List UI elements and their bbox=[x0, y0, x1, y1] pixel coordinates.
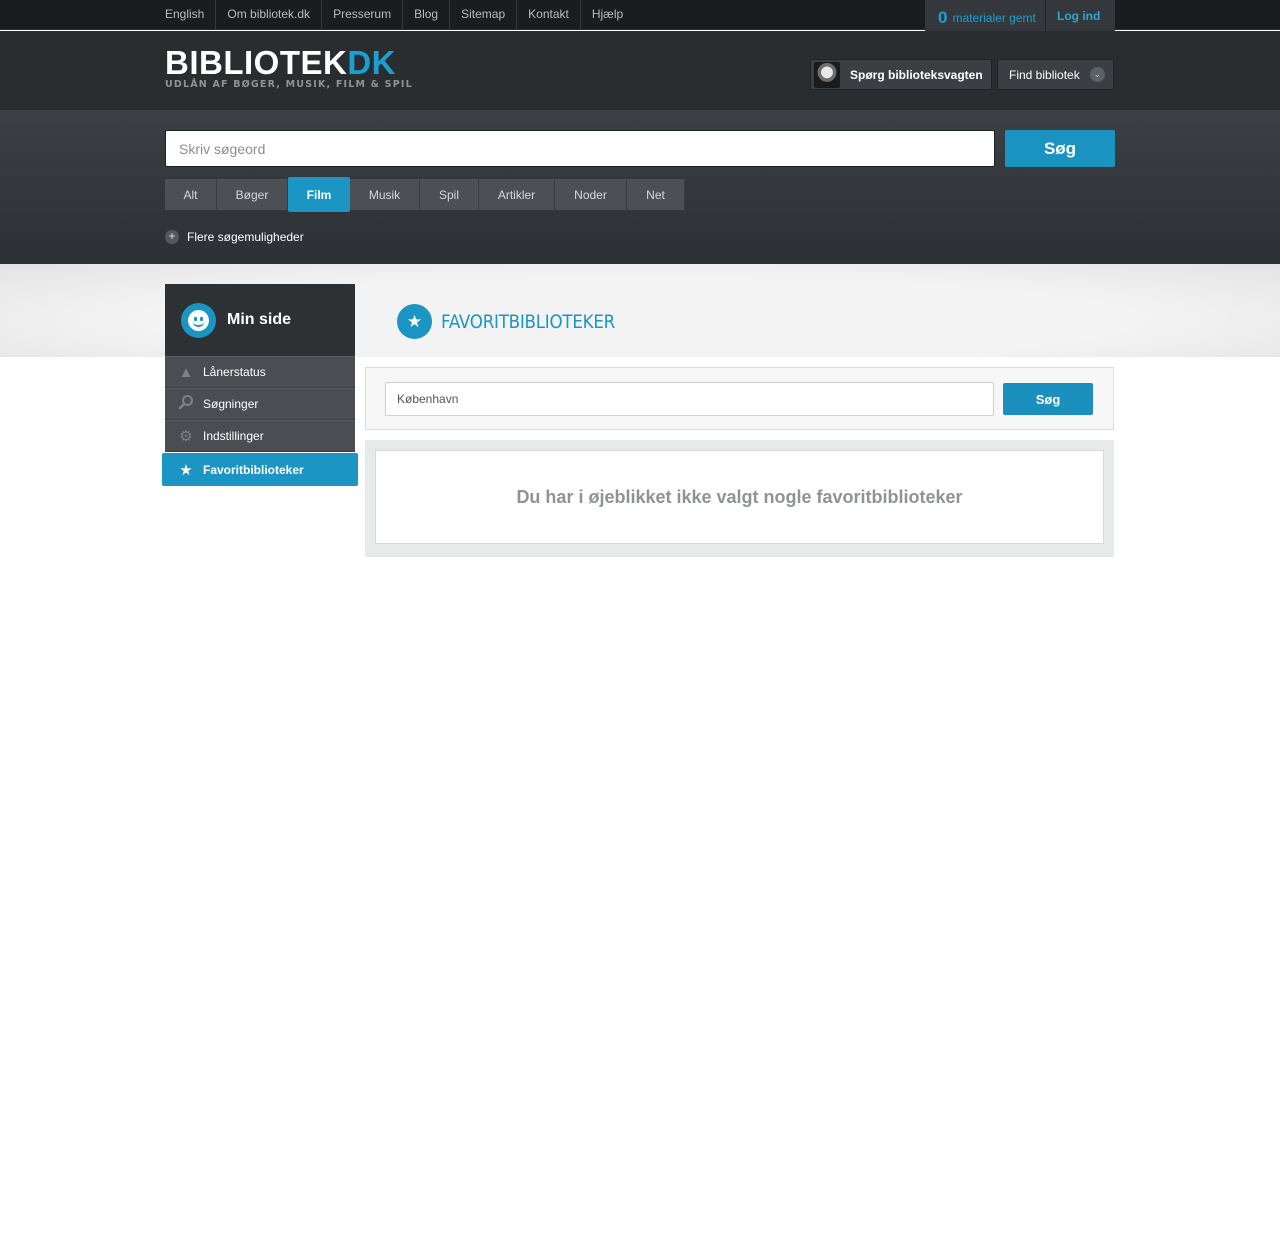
chevron-down-icon: ⌄ bbox=[1089, 67, 1105, 82]
star-icon: ★ bbox=[179, 461, 193, 479]
saved-label: materialer gemt bbox=[952, 10, 1036, 25]
gear-icon: ⚙ bbox=[179, 428, 193, 445]
sidebar-item-label: Lånerstatus bbox=[203, 365, 266, 379]
library-search-button[interactable]: Søg bbox=[1003, 383, 1093, 415]
sidebar-item-label: Søgninger bbox=[203, 397, 259, 411]
triangle-icon: ▲ bbox=[178, 363, 194, 381]
smiley-eye bbox=[200, 316, 203, 321]
plus-icon: + bbox=[165, 230, 179, 244]
favorites-result-area: Du har i øjeblikket ikke valgt nogle fav… bbox=[365, 440, 1114, 557]
sidebar-item-label: Indstillinger bbox=[203, 429, 264, 443]
top-link-contact[interactable]: Kontakt bbox=[517, 0, 581, 30]
saved-count: 0 bbox=[938, 7, 948, 27]
library-search-input[interactable] bbox=[385, 382, 994, 416]
logo-accent: DK bbox=[347, 44, 396, 81]
top-link-about[interactable]: Om bibliotek.dk bbox=[216, 0, 323, 30]
login-link[interactable]: Log ind bbox=[1046, 0, 1100, 35]
logo-tagline: UDLÅN AF BØGER, MUSIK, FILM & SPIL bbox=[165, 79, 413, 90]
more-search-options[interactable]: + Flere søgemuligheder bbox=[165, 230, 304, 244]
tab-boger[interactable]: Bøger bbox=[217, 179, 288, 210]
logo-main: BIBLIOTEK bbox=[165, 44, 348, 81]
empty-state-message: Du har i øjeblikket ikke valgt nogle fav… bbox=[516, 486, 963, 507]
my-page-header: Min side bbox=[165, 284, 355, 356]
sidebar-item-favorite-libraries[interactable]: ★ Favoritbiblioteker bbox=[162, 453, 358, 486]
search-band: Søg Alt Bøger Film Musik Spil Artikler N… bbox=[0, 110, 1280, 264]
saved-materials-link[interactable]: 0 materialer gemt bbox=[925, 0, 1046, 35]
ask-librarian-button[interactable]: Spørg biblioteksvagten bbox=[810, 59, 992, 90]
top-nav: English Om bibliotek.dk Presserum Blog S… bbox=[165, 0, 634, 30]
tab-alt[interactable]: Alt bbox=[165, 179, 217, 210]
sidebar-item-settings[interactable]: ⚙ Indstillinger bbox=[165, 420, 355, 452]
librarian-avatar bbox=[814, 61, 840, 88]
top-link-english[interactable]: English bbox=[165, 0, 217, 30]
top-link-blog[interactable]: Blog bbox=[403, 0, 451, 30]
find-library-label: Find bibliotek bbox=[1009, 67, 1080, 82]
smiley-icon bbox=[181, 302, 216, 338]
empty-state-box: Du har i øjeblikket ikke valgt nogle fav… bbox=[375, 450, 1104, 544]
top-link-sitemap[interactable]: Sitemap bbox=[450, 0, 518, 30]
search-button[interactable]: Søg bbox=[1005, 130, 1115, 167]
more-search-options-label: Flere søgemuligheder bbox=[187, 230, 304, 244]
magnifier-icon bbox=[176, 394, 196, 414]
tab-noder[interactable]: Noder bbox=[555, 179, 627, 210]
my-page-title: Min side bbox=[227, 311, 292, 328]
sidebar-item-label: Favoritbiblioteker bbox=[203, 462, 304, 477]
site-header: BIBLIOTEKDK UDLÅN AF BØGER, MUSIK, FILM … bbox=[0, 31, 1280, 110]
search-category-tabs: Alt Bøger Film Musik Spil Artikler Noder… bbox=[165, 177, 685, 212]
search-input[interactable] bbox=[165, 130, 995, 167]
smiley-mouth bbox=[193, 322, 204, 327]
top-link-press[interactable]: Presserum bbox=[322, 0, 404, 30]
ask-librarian-label: Spørg biblioteksvagten bbox=[850, 67, 983, 82]
library-search-panel: Søg bbox=[365, 367, 1114, 430]
top-link-help[interactable]: Hjælp bbox=[581, 0, 634, 30]
site-logo[interactable]: BIBLIOTEKDK UDLÅN AF BØGER, MUSIK, FILM … bbox=[165, 46, 413, 90]
find-library-dropdown[interactable]: Find bibliotek ⌄ bbox=[997, 59, 1114, 90]
page-heading: ★ FAVORITBIBLIOTEKER bbox=[397, 304, 639, 339]
logo-wordmark: BIBLIOTEKDK bbox=[165, 46, 413, 79]
sidebar-item-loan-status[interactable]: ▲ Lånerstatus bbox=[165, 356, 355, 388]
tab-musik[interactable]: Musik bbox=[350, 179, 420, 210]
sidebar-item-searches[interactable]: Søgninger bbox=[165, 388, 355, 420]
star-icon: ★ bbox=[397, 304, 432, 339]
tab-spil[interactable]: Spil bbox=[420, 179, 479, 210]
smiley-eye bbox=[194, 316, 197, 321]
tab-net[interactable]: Net bbox=[627, 179, 685, 210]
tab-film[interactable]: Film bbox=[288, 177, 350, 212]
page-title: FAVORITBIBLIOTEKER bbox=[441, 310, 615, 333]
tab-artikler[interactable]: Artikler bbox=[479, 179, 555, 210]
user-tab: 0 materialer gemt Log ind bbox=[925, 0, 1115, 35]
